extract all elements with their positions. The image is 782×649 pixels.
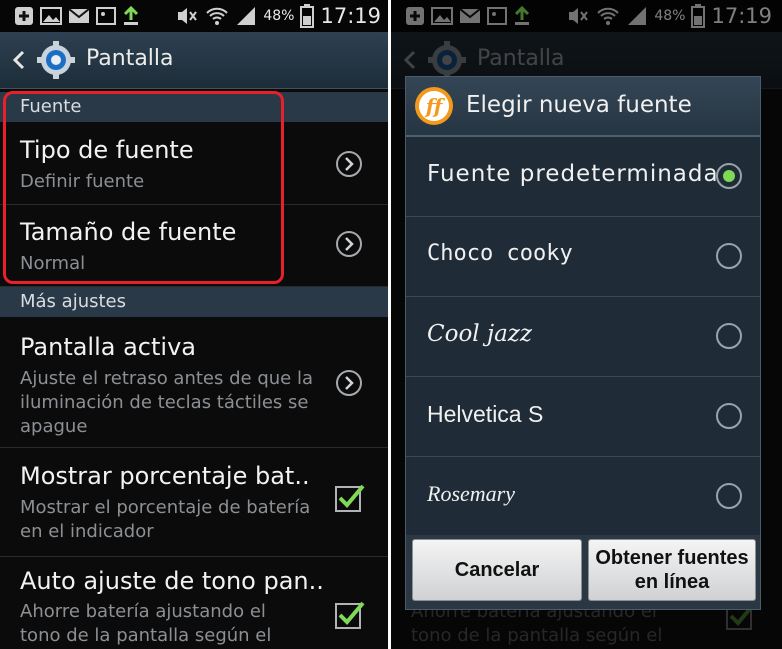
font-option-label: Choco cooky xyxy=(427,241,573,266)
setting-subtitle-line: Mostrar el porcentaje de batería xyxy=(20,497,311,518)
flipfont-logo-icon: ff xyxy=(415,87,453,125)
cancel-button[interactable]: Cancelar xyxy=(412,539,582,601)
get-fonts-online-button[interactable]: Obtener fuentes en línea xyxy=(588,539,756,601)
signal-icon xyxy=(237,7,256,25)
font-option-label: Rosemary xyxy=(427,481,515,506)
mail-icon xyxy=(68,8,90,23)
font-option-label: Helvetica S xyxy=(427,401,544,427)
setting-subtitle-line: apague xyxy=(20,416,88,437)
font-option[interactable]: Cool jazz xyxy=(406,297,760,377)
radio-unselected-icon[interactable] xyxy=(716,403,742,429)
battery-percent: 48% xyxy=(263,8,295,24)
setting-auto-ajuste-tono[interactable]: Auto ajuste de tono pan.. Ahorre batería… xyxy=(0,557,391,649)
battery-icon xyxy=(300,4,315,28)
add-icon xyxy=(15,7,33,25)
setting-subtitle-line: iluminación de teclas táctiles se xyxy=(20,392,309,413)
setting-subtitle-line: Ajuste el retraso antes de que la xyxy=(20,368,313,389)
radio-selected-icon[interactable] xyxy=(716,163,742,189)
back-arrow-icon[interactable] xyxy=(10,48,28,72)
dialog-header: ff Elegir nueva fuente xyxy=(406,77,760,137)
setting-pantalla-activa[interactable]: Pantalla activa Ajuste el retraso antes … xyxy=(0,317,391,448)
font-option[interactable]: Choco cooky xyxy=(406,217,760,297)
settings-screen: 48% 17:19 Pantalla Fuente Tipo de fuente… xyxy=(0,0,391,649)
font-option-label: Cool jazz xyxy=(427,321,533,347)
font-option[interactable]: Rosemary xyxy=(406,457,760,536)
radio-unselected-icon[interactable] xyxy=(716,483,742,509)
gallery-icon xyxy=(40,7,62,25)
image-icon xyxy=(96,7,116,25)
checkbox-checked-icon[interactable] xyxy=(333,482,365,514)
radio-unselected-icon[interactable] xyxy=(716,243,742,269)
action-bar: Pantalla xyxy=(0,32,391,89)
chevron-right-icon xyxy=(336,231,362,257)
section-header-mas-ajustes: Más ajustes xyxy=(0,287,391,317)
setting-subtitle-line: tono de la pantalla según el xyxy=(20,625,272,646)
setting-title: Mostrar porcentaje bat.. xyxy=(20,462,310,490)
download-icon xyxy=(123,6,139,25)
chevron-right-icon xyxy=(336,370,362,396)
wifi-icon xyxy=(206,7,229,25)
dialog-title: Elegir nueva fuente xyxy=(466,92,692,118)
setting-subtitle-line: Ahorre batería ajustando el xyxy=(20,601,266,622)
checkbox-checked-icon[interactable] xyxy=(333,599,365,631)
setting-title: Auto ajuste de tono pan.. xyxy=(20,567,324,595)
setting-title: Pantalla activa xyxy=(20,333,196,361)
red-highlight-box xyxy=(3,91,284,284)
setting-mostrar-porcentaje[interactable]: Mostrar porcentaje bat.. Mostrar el porc… xyxy=(0,448,391,557)
dialog-button-bar: Cancelar Obtener fuentes en línea xyxy=(406,535,760,609)
chevron-right-icon xyxy=(336,151,362,177)
settings-gear-icon xyxy=(37,41,75,79)
font-option[interactable]: Helvetica S xyxy=(406,377,760,457)
page-title: Pantalla xyxy=(86,46,174,71)
clock: 17:19 xyxy=(320,4,381,28)
font-dialog-screen: 48% 17:19 Pantalla Ahorre batería ajusta… xyxy=(391,0,782,649)
font-option-label: Fuente predeterminada xyxy=(427,161,719,187)
mute-icon xyxy=(178,8,198,24)
font-option[interactable]: Fuente predeterminada xyxy=(406,137,760,217)
setting-subtitle-line: en el indicador xyxy=(20,521,154,542)
status-bar: 48% 17:19 xyxy=(0,0,391,32)
radio-unselected-icon[interactable] xyxy=(716,323,742,349)
font-picker-dialog: ff Elegir nueva fuente Fuente predetermi… xyxy=(405,76,761,610)
